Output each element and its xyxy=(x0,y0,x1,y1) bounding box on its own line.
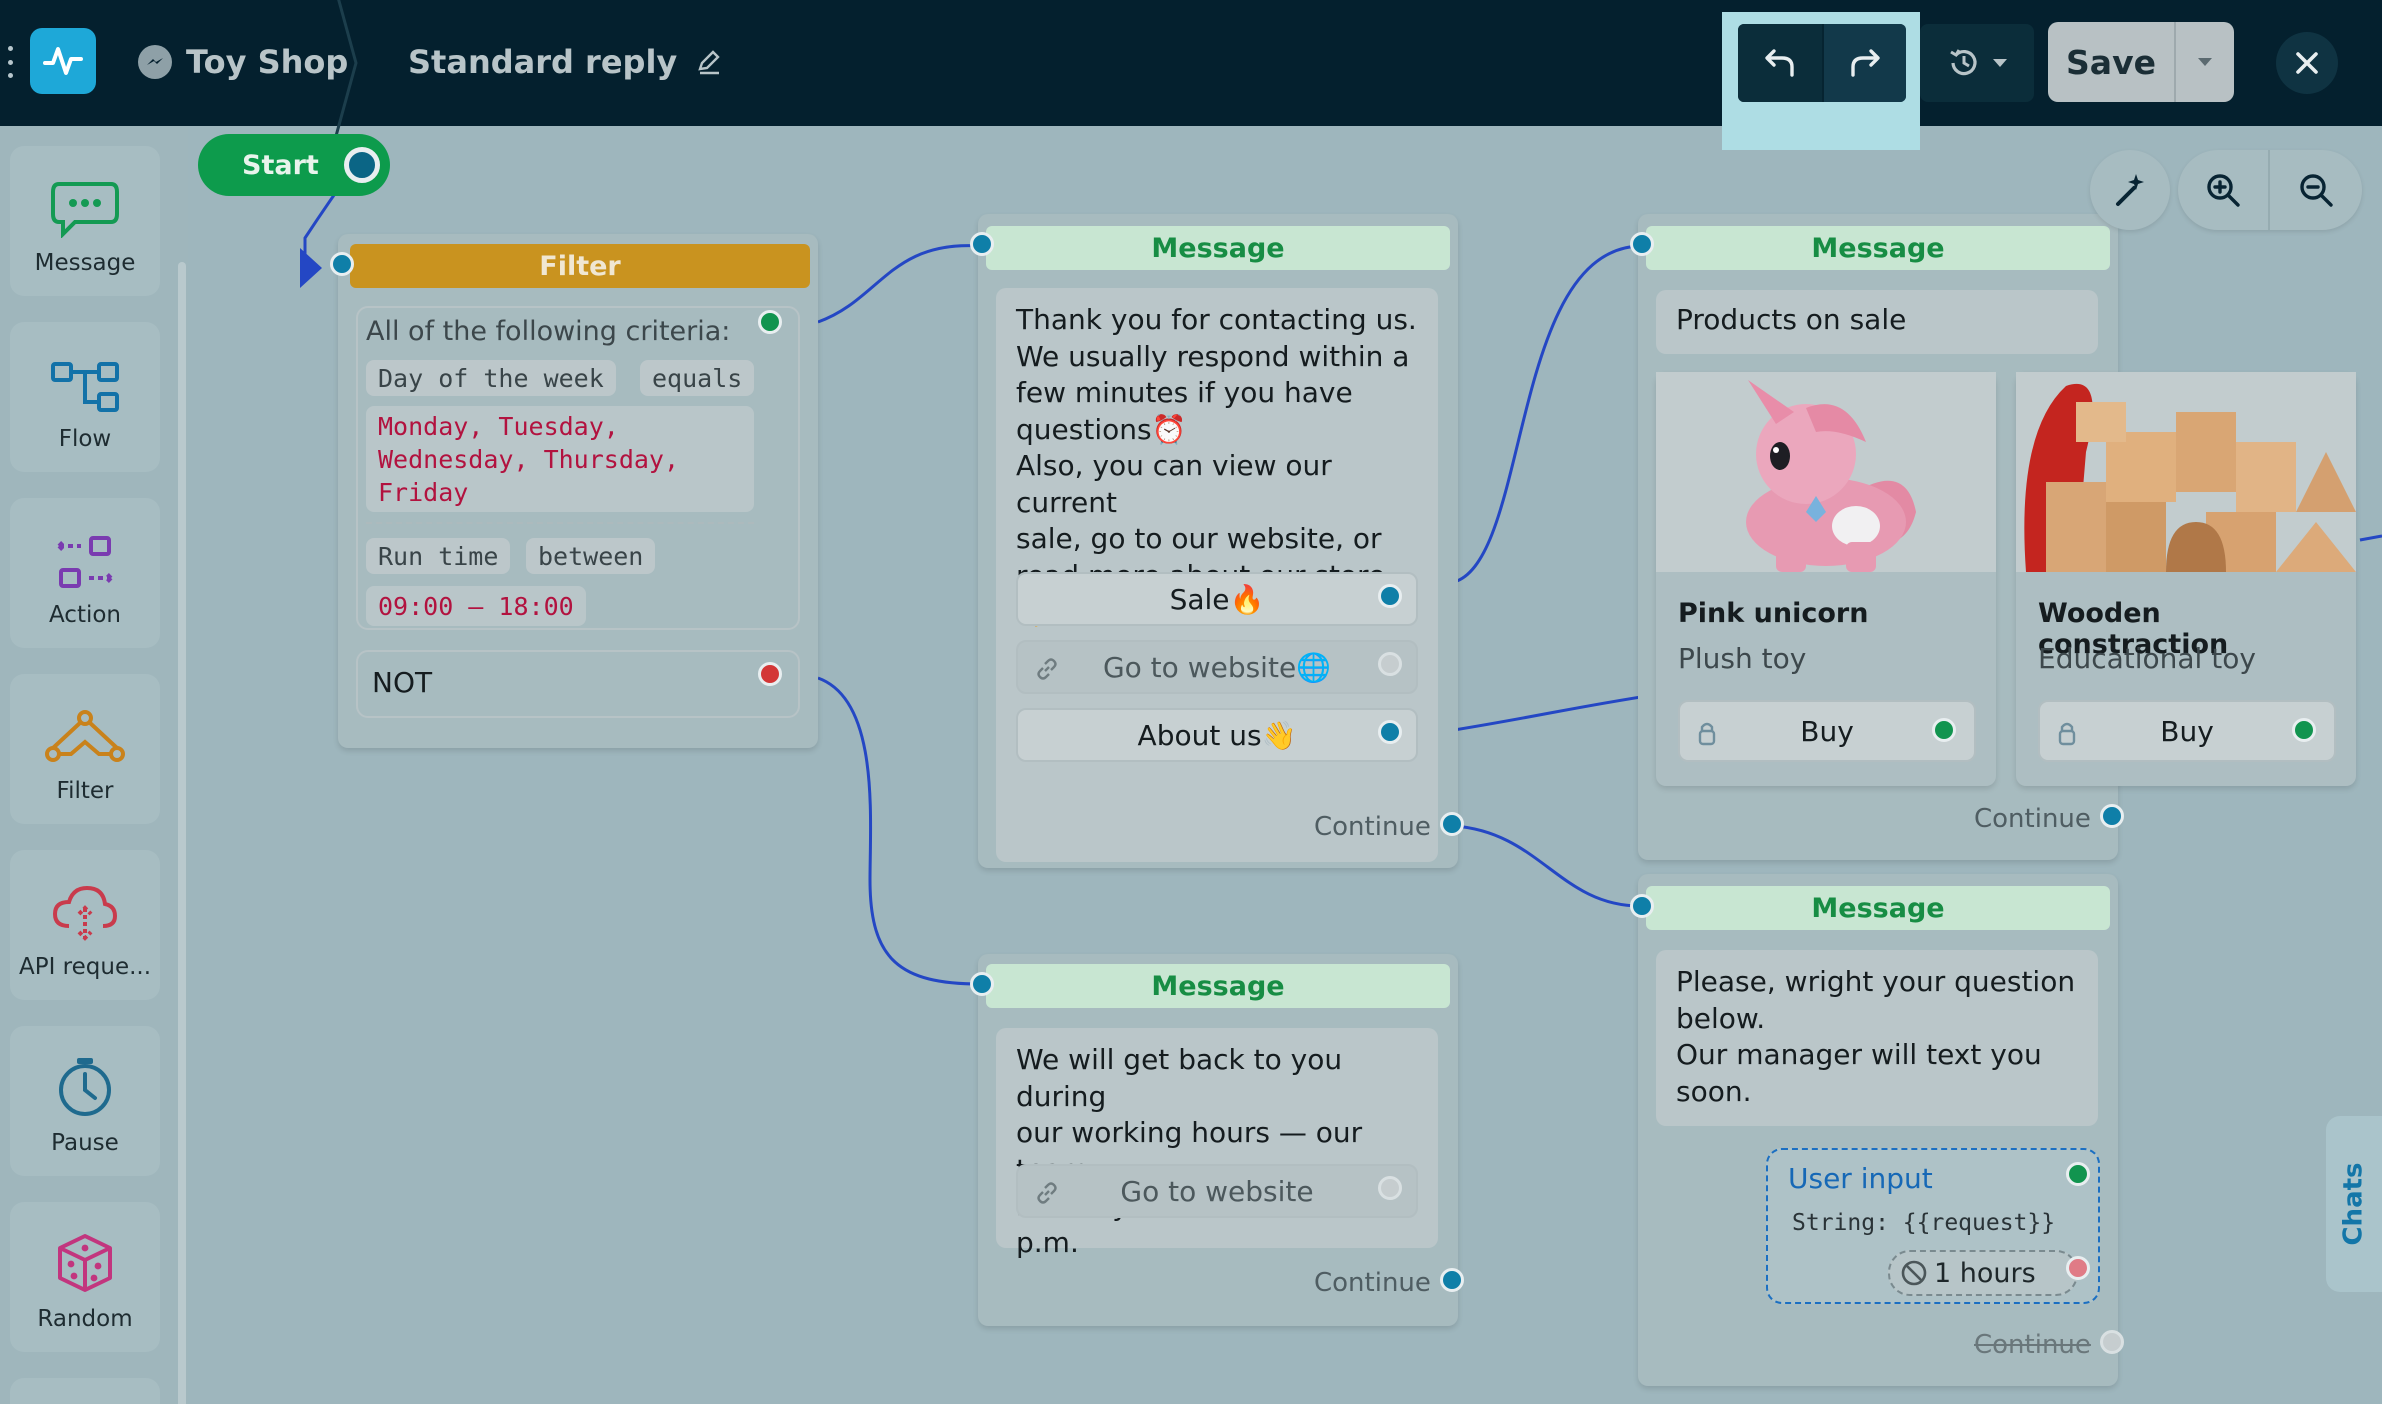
criteria-heading: All of the following criteria: xyxy=(366,316,731,347)
product-card[interactable]: Pink unicorn Plush toy Buy xyxy=(1656,372,1996,786)
message-text-line: Our manager will text you xyxy=(1676,1038,2042,1071)
continue-port[interactable] xyxy=(1440,812,1464,836)
website-button-port xyxy=(1378,1176,1402,1200)
continue-port[interactable] xyxy=(2100,804,2124,828)
timeout-block-icon xyxy=(1901,1260,1927,1286)
lock-icon xyxy=(2058,722,2076,746)
website-button-port xyxy=(1378,652,1402,676)
continue-label: Continue xyxy=(1974,804,2091,834)
timeout-badge[interactable]: 1 hours xyxy=(1888,1250,2078,1296)
button-label: Go to website xyxy=(1120,1174,1314,1208)
timeout-label: 1 hours xyxy=(1934,1257,2036,1289)
message-text-bubble[interactable]: Please, wright your question below. Our … xyxy=(1656,950,2098,1126)
go-to-website-button[interactable]: Go to website🌐 xyxy=(1016,640,1418,694)
auto-arrange-button[interactable] xyxy=(2090,150,2170,230)
rule-divider xyxy=(366,522,754,524)
message-text-line: soon. xyxy=(1676,1074,1752,1108)
product-card[interactable]: Wooden constraction Educational toy Buy xyxy=(2016,372,2356,786)
message-input-port[interactable] xyxy=(970,232,994,256)
criteria-group[interactable]: All of the following criteria: Day of th… xyxy=(356,306,800,630)
timeout-port[interactable] xyxy=(2066,1256,2090,1280)
lock-icon xyxy=(1698,722,1716,746)
chats-tab[interactable]: Chats xyxy=(2326,1116,2382,1292)
message-node-title: Message xyxy=(986,226,1450,270)
user-input-port[interactable] xyxy=(2066,1162,2090,1186)
about-us-button[interactable]: About us👋 xyxy=(1016,708,1418,762)
message-text-line: questions⏰ xyxy=(1016,412,1187,446)
start-node[interactable]: Start xyxy=(198,134,390,196)
filter-input-port[interactable] xyxy=(330,252,354,276)
message-text-line: We usually respond within a xyxy=(1016,339,1410,373)
rule-field: Day of the week xyxy=(366,360,616,396)
button-label: Buy xyxy=(1800,714,1854,748)
magic-wand-icon xyxy=(2116,174,2144,206)
not-output-port[interactable] xyxy=(758,662,782,686)
buy-button-port[interactable] xyxy=(1932,718,1956,742)
zoom-controls xyxy=(2178,150,2362,230)
rule-value: 09:00 — 18:00 xyxy=(366,586,586,626)
message-node-question[interactable]: Message Please, wright your question bel… xyxy=(1630,874,2124,1386)
continue-label: Continue xyxy=(1974,1330,2091,1360)
rule-value: Monday, Tuesday, Wednesday, Thursday, Fr… xyxy=(366,406,754,512)
filter-node[interactable]: Filter All of the following criteria: Da… xyxy=(330,234,818,748)
start-label: Start xyxy=(242,149,319,181)
user-input-block[interactable]: User input String: {{request}} 1 hours xyxy=(1766,1148,2100,1304)
message-text-line: Thank you for contacting us. xyxy=(1016,303,1417,336)
pink-unicorn-image xyxy=(1656,372,1996,572)
rule-value-line: Monday, Tuesday, xyxy=(378,412,619,441)
zoom-in-icon xyxy=(2207,174,2240,207)
button-label: Buy xyxy=(2160,714,2214,748)
message-text-line: few minutes if you have xyxy=(1016,376,1353,409)
sale-button[interactable]: Sale🔥 xyxy=(1016,572,1418,626)
link-icon xyxy=(1037,1182,1057,1204)
about-us-button-port[interactable] xyxy=(1378,720,1402,744)
message-text-line: Also, you can view our current xyxy=(1016,449,1332,519)
zoom-in-button[interactable] xyxy=(2178,150,2270,230)
start-output-port[interactable] xyxy=(344,147,380,183)
rule-value-line: Wednesday, Thursday, xyxy=(378,445,680,474)
not-label: NOT xyxy=(372,666,433,699)
message-input-port[interactable] xyxy=(1630,232,1654,256)
user-input-variable: String: {{request}} xyxy=(1792,1210,2056,1236)
message-text-line: below. xyxy=(1676,1001,1766,1035)
user-input-title: User input xyxy=(1788,1162,1933,1195)
message-input-port[interactable] xyxy=(970,972,994,996)
product-title: Pink unicorn xyxy=(1678,598,1869,629)
product-subtitle: Plush toy xyxy=(1678,642,1807,675)
button-label: Go to website🌐 xyxy=(1102,650,1332,684)
message-node-title: Message xyxy=(1646,886,2110,930)
link-icon xyxy=(1037,658,1057,680)
continue-label: Continue xyxy=(1314,1268,1431,1298)
continue-port[interactable] xyxy=(1440,1268,1464,1292)
criteria-output-port[interactable] xyxy=(758,310,782,334)
product-subtitle: Educational toy xyxy=(2038,642,2256,675)
message-node-welcome[interactable]: Message Thank you for contacting us. We … xyxy=(970,214,1464,868)
rule-operator: between xyxy=(526,538,656,574)
message-text-line: We will get back to you during xyxy=(1016,1043,1343,1113)
buy-button-port[interactable] xyxy=(2292,718,2316,742)
message-input-port[interactable] xyxy=(1630,894,1654,918)
filter-node-title: Filter xyxy=(350,244,810,288)
rule-value-line: Friday xyxy=(378,478,469,507)
message-node-title: Message xyxy=(1646,226,2110,270)
message-node-after-hours[interactable]: Message We will get back to you during o… xyxy=(970,954,1464,1326)
message-text-line: Please, wright your question xyxy=(1676,965,2076,998)
rule-field: Run time xyxy=(366,538,511,574)
continue-label: Continue xyxy=(1314,812,1431,842)
wooden-blocks-image xyxy=(2016,372,2356,572)
go-to-website-button[interactable]: Go to website xyxy=(1016,1164,1418,1218)
products-heading[interactable]: Products on sale xyxy=(1656,290,2098,354)
sale-button-port[interactable] xyxy=(1378,584,1402,608)
continue-port-disabled xyxy=(2100,1330,2124,1354)
rule-operator: equals xyxy=(640,360,755,396)
chats-tab-label: Chats xyxy=(2339,1162,2370,1246)
not-branch[interactable]: NOT xyxy=(356,650,800,718)
message-node-title: Message xyxy=(986,964,1450,1008)
zoom-out-icon xyxy=(2300,174,2333,207)
zoom-out-button[interactable] xyxy=(2270,150,2362,230)
message-text-line: sale, go to our website, or xyxy=(1016,522,1382,555)
